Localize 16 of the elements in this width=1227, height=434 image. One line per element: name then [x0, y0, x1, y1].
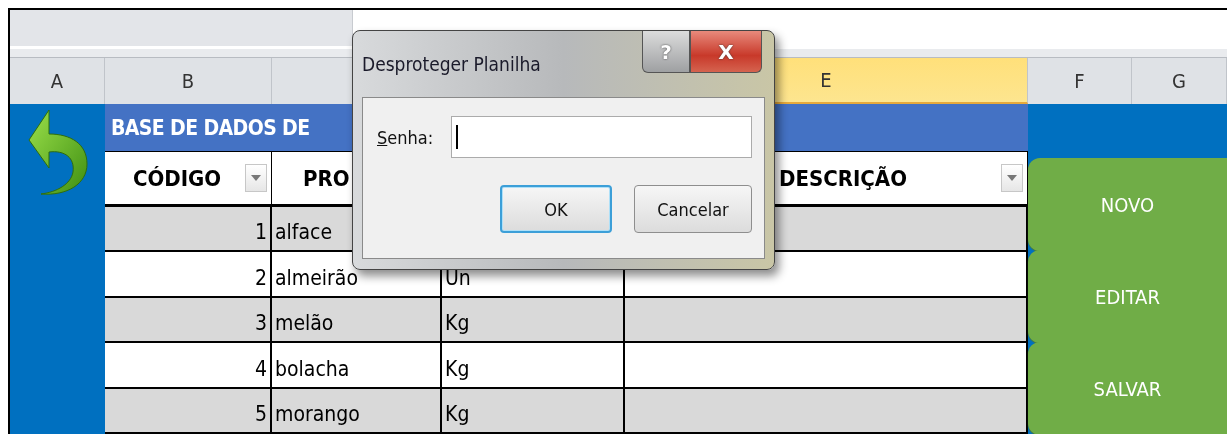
field-label: Senha:	[377, 126, 434, 148]
table-cell: 5	[105, 388, 272, 432]
column-heading: CÓDIGO	[131, 165, 223, 191]
table-cell: Kg	[442, 297, 625, 342]
table-cell: melão	[272, 297, 442, 342]
table-cell: 1	[105, 206, 272, 251]
table-cell: 2	[105, 252, 272, 296]
column-heading: DESCRIÇÃO	[778, 165, 908, 191]
table-cell: 3	[105, 297, 272, 342]
table-cell: morango	[272, 388, 442, 432]
column-heading: PRO	[303, 165, 350, 191]
table-cell: 4	[105, 343, 272, 387]
table-cell: Kg	[442, 388, 625, 432]
table-cell: Kg	[442, 343, 625, 387]
table-cell: bolacha	[272, 343, 442, 387]
dialog-title: Desproteger Planilha	[362, 53, 541, 75]
